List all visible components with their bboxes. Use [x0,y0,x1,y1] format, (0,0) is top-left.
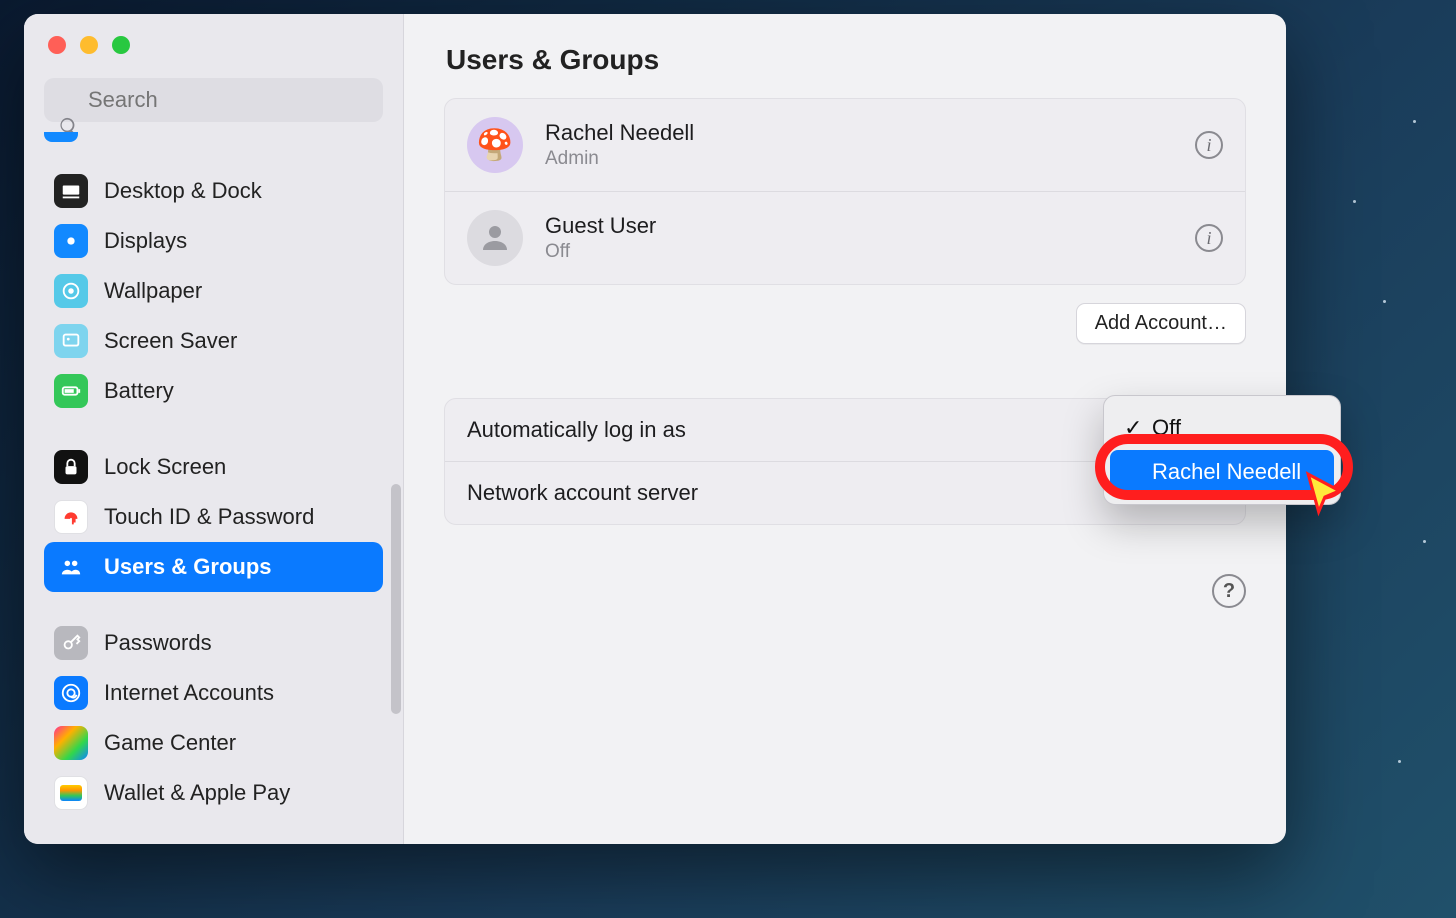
sidebar-item-label: Wallet & Apple Pay [104,780,290,806]
desktop-dock-icon [54,174,88,208]
sidebar-item-screen-saver[interactable]: Screen Saver [44,316,383,366]
window-controls [24,14,403,54]
wallpaper-icon [54,274,88,308]
touch-id-icon [54,500,88,534]
sidebar-item-displays[interactable]: Displays [44,216,383,266]
internet-accounts-icon [54,676,88,710]
sidebar-item-desktop-dock[interactable]: Desktop & Dock [44,166,383,216]
search-wrap [24,54,403,132]
setting-label: Automatically log in as [467,417,686,443]
user-name: Guest User [545,213,656,239]
help-button[interactable]: ? [1212,574,1246,608]
popup-option-off[interactable]: ✓ Off [1110,406,1334,450]
battery-icon [54,374,88,408]
sidebar-list: Desktop & Dock Displays Wallpaper Screen… [24,132,403,818]
sidebar-item-label: Lock Screen [104,454,226,480]
popup-option-user[interactable]: Rachel Needell [1110,450,1334,494]
user-role: Admin [545,148,694,170]
sidebar-item-label: Users & Groups [104,554,272,580]
sidebar-item-label: Internet Accounts [104,680,274,706]
sidebar-item-label: Game Center [104,730,236,756]
lock-icon [54,450,88,484]
check-icon: ✓ [1124,415,1142,441]
user-text: Rachel Needell Admin [545,120,694,170]
sidebar-item-label: Desktop & Dock [104,178,262,204]
bg-star [1383,300,1386,303]
sidebar-item-wallpaper[interactable]: Wallpaper [44,266,383,316]
sidebar-item-passwords[interactable]: Passwords [44,618,383,668]
displays-icon [54,224,88,258]
sidebar-item-label: Wallpaper [104,278,202,304]
sidebar-item-internet-accounts[interactable]: Internet Accounts [44,668,383,718]
setting-label: Network account server [467,480,698,506]
screen-saver-icon [54,324,88,358]
user-row[interactable]: Guest User Off i [445,191,1245,284]
maximize-window-button[interactable] [112,36,130,54]
sidebar-item-label: Displays [104,228,187,254]
popup-option-label: Off [1152,415,1181,441]
sidebar-item-label: Passwords [104,630,212,656]
sidebar-item-users-groups[interactable]: Users & Groups [44,542,383,592]
sidebar-item-lock-screen[interactable]: Lock Screen [44,442,383,492]
add-account-row: Add Account… [444,303,1246,344]
sidebar-item-label: Touch ID & Password [104,504,314,530]
bg-star [1423,540,1426,543]
close-window-button[interactable] [48,36,66,54]
sidebar-item-label: Screen Saver [104,328,237,354]
bg-star [1353,200,1356,203]
sidebar-spacer [44,416,383,442]
sidebar-item-wallet-apple-pay[interactable]: Wallet & Apple Pay [44,768,383,818]
user-info-button[interactable]: i [1195,224,1223,252]
sidebar-item-label: Battery [104,378,174,404]
avatar: 🍄 [467,117,523,173]
bg-star [1413,120,1416,123]
bg-star [1398,760,1401,763]
page-title: Users & Groups [446,44,1246,76]
user-name: Rachel Needell [545,120,694,146]
wallet-icon [54,776,88,810]
auto-login-popup: ✓ Off Rachel Needell [1103,395,1341,505]
passwords-icon [54,626,88,660]
sidebar-item-battery[interactable]: Battery [44,366,383,416]
settings-window: Desktop & Dock Displays Wallpaper Screen… [24,14,1286,844]
sidebar-item-touch-id[interactable]: Touch ID & Password [44,492,383,542]
user-info-button[interactable]: i [1195,131,1223,159]
sidebar-partial-item [44,136,383,146]
game-center-icon [54,726,88,760]
add-account-button[interactable]: Add Account… [1076,303,1246,344]
users-icon [54,550,88,584]
user-text: Guest User Off [545,213,656,263]
minimize-window-button[interactable] [80,36,98,54]
sidebar-spacer [44,592,383,618]
search-input[interactable] [44,78,383,122]
users-list: 🍄 Rachel Needell Admin i Guest User Off … [444,98,1246,285]
sidebar-item-game-center[interactable]: Game Center [44,718,383,768]
user-row[interactable]: 🍄 Rachel Needell Admin i [445,99,1245,191]
popup-option-label: Rachel Needell [1152,459,1301,485]
user-role: Off [545,241,656,263]
sidebar-scrollbar[interactable] [391,484,401,714]
sidebar: Desktop & Dock Displays Wallpaper Screen… [24,14,404,844]
avatar [467,210,523,266]
